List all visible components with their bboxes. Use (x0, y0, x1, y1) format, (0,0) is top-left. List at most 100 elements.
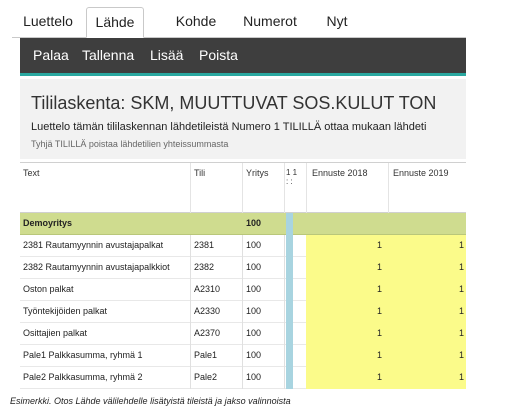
cell-divider (242, 235, 243, 257)
row-forecast-2018[interactable]: 1 (377, 350, 382, 360)
table-row[interactable]: Pale1 Palkkasumma, ryhmä 1 Pale1 100 1 1 (20, 345, 466, 367)
cell-divider (190, 257, 191, 279)
app-window: Luettelo Lähde Kohde Numerot Nyt Palaa T… (12, 0, 466, 390)
row-account: 2382 (194, 262, 215, 272)
delete-button[interactable]: Poista (199, 47, 238, 63)
row-account: A2330 (194, 306, 221, 316)
cell-divider (284, 367, 285, 389)
table-row[interactable]: 2382 Rautamyynnin avustajapalkkiot 2382 10… (20, 257, 466, 279)
group-company: 100 (246, 218, 262, 228)
row-company: 100 (246, 240, 262, 250)
row-text: Pale1 Palkkasumma, ryhmä 1 (23, 350, 143, 360)
forecast-2018-cell[interactable] (306, 301, 388, 323)
row-forecast-2019[interactable]: 1 (459, 372, 464, 382)
row-forecast-2019[interactable]: 1 (459, 240, 464, 250)
table-row[interactable]: Oston palkat A2310 100 1 1 (20, 279, 466, 301)
back-button[interactable]: Palaa (33, 47, 69, 63)
page-hint: Tyhjä TILILLÄ poistaa lähdetilien yhteis… (31, 139, 229, 149)
row-company: 100 (246, 350, 262, 360)
row-forecast-2019[interactable]: 1 (459, 284, 464, 294)
forecast-2019-cell[interactable] (388, 345, 466, 367)
col-divider (306, 163, 307, 213)
row-company: 100 (246, 328, 262, 338)
col-header-forecast-2018[interactable]: Ennuste 2018 (312, 168, 368, 178)
forecast-2018-cell[interactable] (306, 279, 388, 301)
row-text: Oston palkat (23, 284, 74, 294)
row-company: 100 (246, 372, 262, 382)
flag-bar (286, 257, 293, 279)
toolbar: Palaa Tallenna Lisää Poista (20, 38, 466, 76)
flag-bar (286, 301, 293, 323)
forecast-2019-cell[interactable] (388, 257, 466, 279)
row-forecast-2018[interactable]: 1 (377, 262, 382, 272)
col-header-text[interactable]: Text (23, 168, 40, 178)
cell-divider (284, 323, 285, 345)
table-row[interactable]: Osittajien palkat A2370 100 1 1 (20, 323, 466, 345)
tab-numerot[interactable]: Numerot (236, 7, 304, 38)
group-name: Demoyritys (23, 218, 73, 228)
row-forecast-2018[interactable]: 1 (377, 306, 382, 316)
col-divider (284, 163, 285, 213)
cell-divider (190, 235, 191, 257)
col-header-flags-top[interactable]: 1 1 (286, 168, 297, 177)
forecast-2019-cell[interactable] (388, 323, 466, 345)
row-company: 100 (246, 284, 262, 294)
forecast-2018-cell[interactable] (306, 257, 388, 279)
tab-nyt[interactable]: Nyt (316, 7, 358, 38)
row-forecast-2018[interactable]: 1 (377, 284, 382, 294)
grid-header: Text Tili Yritys 1 1 : : Ennuste 2018 En… (20, 163, 466, 213)
col-divider (388, 163, 389, 213)
table-row[interactable]: Pale2 Palkkasumma, ryhmä 2 Pale2 100 1 1 (20, 367, 466, 389)
table-row[interactable]: 2381 Rautamyynnin avustajapalkat 2381 100 1… (20, 235, 466, 257)
row-text: Työntekijöiden palkat (23, 306, 108, 316)
add-button[interactable]: Lisää (150, 47, 183, 63)
page-description: Luettelo tämän tililaskennan lähdetileis… (31, 121, 427, 133)
row-account: 2381 (194, 240, 215, 250)
forecast-2019-cell[interactable] (388, 367, 466, 389)
row-account: A2310 (194, 284, 221, 294)
row-forecast-2018[interactable]: 1 (377, 328, 382, 338)
row-account: Pale1 (194, 350, 218, 360)
row-company: 100 (246, 262, 262, 272)
tab-bar: Luettelo Lähde Kohde Numerot Nyt (12, 0, 466, 38)
row-forecast-2019[interactable]: 1 (459, 328, 464, 338)
row-text: Pale2 Palkkasumma, ryhmä 2 (23, 372, 143, 382)
forecast-2018-cell[interactable] (306, 367, 388, 389)
cell-divider (284, 301, 285, 323)
table-row[interactable]: Työntekijöiden palkat A2330 100 1 1 (20, 301, 466, 323)
cell-divider (190, 367, 191, 389)
save-button[interactable]: Tallenna (82, 47, 134, 63)
forecast-2019-cell[interactable] (388, 279, 466, 301)
row-forecast-2019[interactable]: 1 (459, 306, 464, 316)
col-divider (242, 163, 243, 213)
row-text: Osittajien palkat (23, 328, 88, 338)
cell-divider (190, 279, 191, 301)
cell-divider (242, 301, 243, 323)
col-divider (190, 163, 191, 213)
cell-divider (190, 345, 191, 367)
tab-lahde[interactable]: Lähde (86, 7, 144, 38)
forecast-2019-cell[interactable] (388, 301, 466, 323)
col-header-company[interactable]: Yritys (246, 168, 269, 178)
group-row[interactable]: Demoyritys 100 (20, 213, 466, 235)
flag-bar (286, 367, 293, 389)
forecast-2018-cell[interactable] (306, 323, 388, 345)
page-title: Tililaskenta: SKM, MUUTTUVAT SOS.KULUT T… (31, 93, 437, 113)
row-forecast-2018[interactable]: 1 (377, 372, 382, 382)
row-forecast-2018[interactable]: 1 (377, 240, 382, 250)
flag-bar (286, 235, 293, 257)
page-header: Tililaskenta: SKM, MUUTTUVAT SOS.KULUT T… (20, 79, 466, 159)
tab-luettelo[interactable]: Luettelo (22, 7, 74, 38)
row-forecast-2019[interactable]: 1 (459, 350, 464, 360)
cell-divider (242, 367, 243, 389)
tab-kohde[interactable]: Kohde (164, 7, 228, 38)
col-header-forecast-2019[interactable]: Ennuste 2019 (393, 168, 449, 178)
forecast-2019-cell[interactable] (388, 235, 466, 257)
cell-divider (242, 323, 243, 345)
forecast-2018-cell[interactable] (306, 235, 388, 257)
col-header-flags-bottom: : : (286, 177, 293, 186)
row-forecast-2019[interactable]: 1 (459, 262, 464, 272)
flag-bar (286, 323, 293, 345)
forecast-2018-cell[interactable] (306, 345, 388, 367)
col-header-account[interactable]: Tili (194, 168, 205, 178)
